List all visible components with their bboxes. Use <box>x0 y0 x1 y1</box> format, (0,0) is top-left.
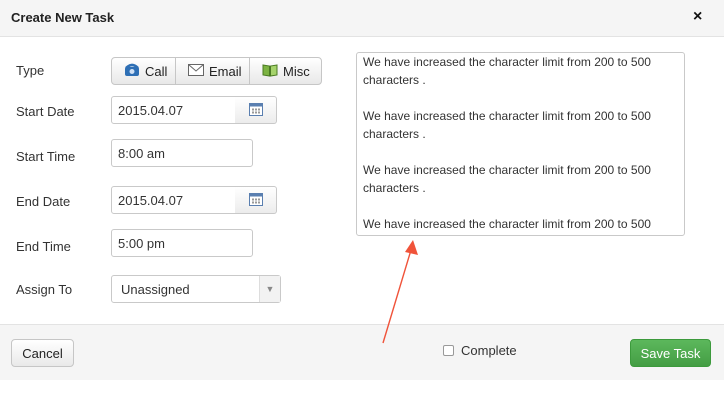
assign-to-select[interactable]: Unassigned ▼ <box>111 275 281 303</box>
complete-label: Complete <box>461 343 517 358</box>
phone-icon <box>124 63 140 80</box>
end-date-calendar-button[interactable] <box>235 186 277 214</box>
type-misc-button[interactable]: Misc <box>250 58 321 84</box>
chevron-down-icon: ▼ <box>259 276 280 302</box>
cancel-button[interactable]: Cancel <box>11 339 74 367</box>
calendar-icon <box>248 102 263 119</box>
end-date-label: End Date <box>16 194 71 209</box>
notes-paragraph: We have increased the character limit fr… <box>363 163 651 195</box>
start-time-label: Start Time <box>16 149 76 164</box>
dialog-header: Create New Task × <box>0 0 724 37</box>
complete-checkbox[interactable] <box>443 345 454 356</box>
start-date-label: Start Date <box>16 104 75 119</box>
dialog-title: Create New Task <box>11 10 115 25</box>
type-call-button[interactable]: Call <box>112 58 176 84</box>
end-time-label: End Time <box>16 239 71 254</box>
end-time-input[interactable]: 5:00 pm <box>111 229 253 257</box>
type-label: Type <box>16 63 45 78</box>
notes-paragraph: We have increased the character limit fr… <box>363 55 651 87</box>
assign-to-value: Unassigned <box>121 282 190 297</box>
close-icon[interactable]: × <box>693 8 702 26</box>
dialog-footer <box>0 324 724 380</box>
type-email-button[interactable]: Email <box>176 58 250 84</box>
type-button-group: Call Email Misc <box>111 57 322 85</box>
call-label: Call <box>145 63 168 79</box>
email-label: Email <box>209 63 242 79</box>
save-task-button[interactable]: Save Task <box>630 339 711 367</box>
notes-paragraph: We have increased the character limit fr… <box>363 109 651 141</box>
misc-label: Misc <box>283 63 310 79</box>
complete-checkbox-group[interactable]: Complete <box>443 343 517 358</box>
start-date-calendar-button[interactable] <box>235 96 277 124</box>
assign-to-label: Assign To <box>16 282 73 297</box>
email-icon <box>188 63 204 79</box>
calendar-icon <box>248 192 263 209</box>
notes-paragraph: We have increased the character limit fr… <box>363 217 651 231</box>
notes-textarea[interactable]: We have increased the character limit fr… <box>356 52 685 236</box>
book-icon <box>262 63 278 80</box>
start-time-input[interactable]: 8:00 am <box>111 139 253 167</box>
start-date-input[interactable]: 2015.04.07 <box>111 96 236 124</box>
end-date-input[interactable]: 2015.04.07 <box>111 186 236 214</box>
